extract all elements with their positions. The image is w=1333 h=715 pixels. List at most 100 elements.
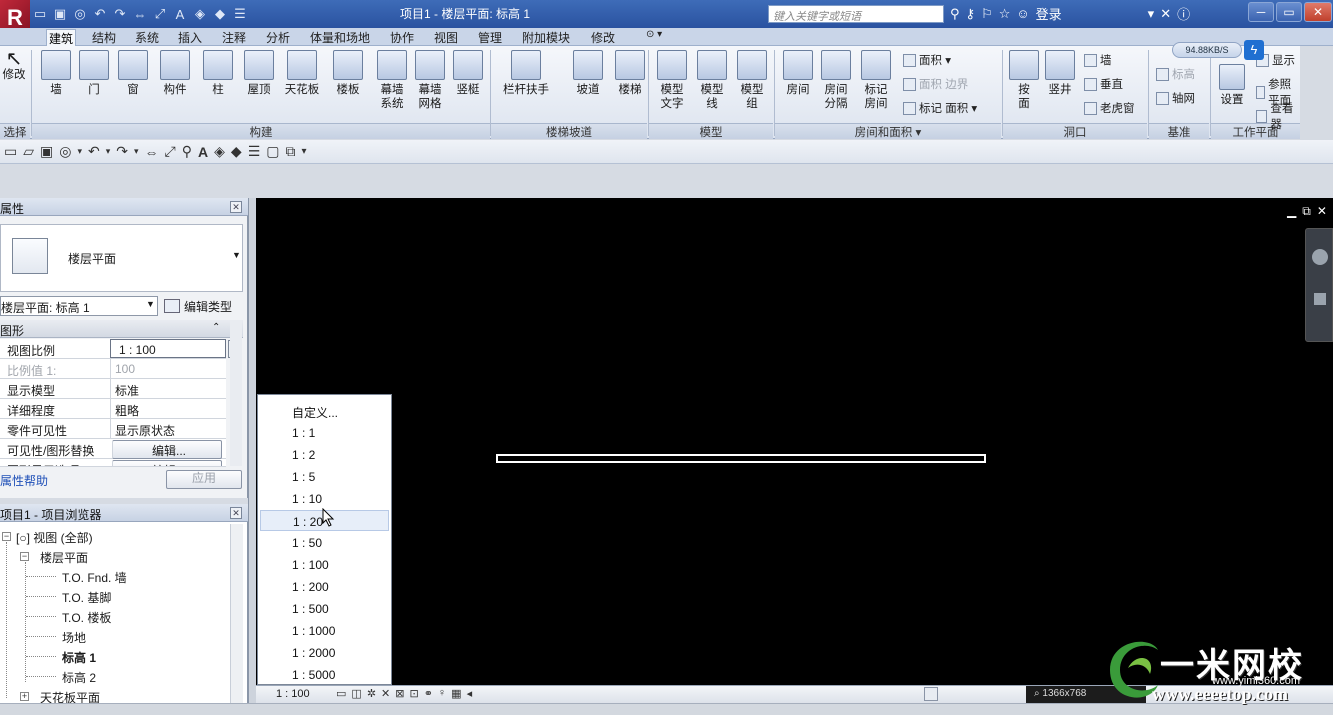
shadows-icon[interactable]: ✕ [381, 687, 390, 700]
subscription-icon[interactable]: ⚐ [981, 6, 993, 22]
datum-small-2[interactable]: 轴网 [1156, 90, 1195, 106]
chevron-down-icon[interactable]: ▾ [134, 146, 139, 157]
tab-5[interactable]: 注释 [220, 29, 248, 46]
model-text-button[interactable]: 模型 文字 [652, 48, 692, 111]
ribbon-options-toggle[interactable]: ⊙ ▾ [644, 29, 664, 46]
apply-button[interactable]: 应用 [166, 470, 242, 489]
room-panel-label[interactable]: 房间和面积 ▾ [775, 123, 1001, 139]
room-small-1[interactable]: 面积 ▾ [903, 52, 951, 68]
chevron-down-icon[interactable]: ▾ [77, 146, 82, 157]
show-crop-icon[interactable]: ⊡ [409, 687, 418, 700]
scale-option[interactable]: 1 : 1 [260, 422, 389, 443]
reveal-hidden-icon[interactable]: ♀ [438, 687, 446, 700]
redo-icon[interactable]: ↷ [112, 6, 128, 22]
thin-lines-icon[interactable]: ☰ [248, 143, 261, 160]
wall-element[interactable] [496, 454, 986, 463]
chevron-down-icon[interactable]: ▼ [146, 299, 155, 309]
tree-floor-plans[interactable]: 楼层平面 [40, 549, 88, 566]
workplane-small-3[interactable]: 查看器 [1256, 100, 1300, 132]
save-icon[interactable]: ▣ [52, 6, 68, 22]
section-icon[interactable]: ◆ [231, 143, 242, 160]
dimension-icon[interactable]: ⤢ [152, 6, 168, 22]
restore-button[interactable]: ▭ [1276, 2, 1302, 22]
tab-4[interactable]: 插入 [176, 29, 204, 46]
instance-selector[interactable]: 楼层平面: 标高 1 [0, 296, 158, 316]
open-icon[interactable]: ▱ [23, 143, 34, 160]
browser-scrollbar[interactable] [230, 524, 243, 704]
property-row[interactable]: 详细程度 粗略 [0, 399, 226, 419]
user-icon[interactable]: ☺ [1016, 6, 1029, 21]
tree-root-views[interactable]: [○] 视图 (全部) [16, 529, 93, 546]
sync-icon[interactable]: ◎ [59, 143, 71, 160]
expand-icon[interactable]: + [20, 692, 29, 701]
dimension-icon[interactable]: ⤢ [165, 143, 176, 160]
tab-12[interactable]: 修改 [589, 29, 617, 46]
collapse-icon[interactable]: − [20, 552, 29, 561]
key-icon[interactable]: ⚷ [966, 6, 976, 22]
wall-button[interactable]: 墙 [36, 48, 76, 97]
curtain-system-button[interactable]: 幕墙 系统 [372, 48, 412, 111]
tree-item-floor-plan[interactable]: T.O. 楼板 [62, 609, 111, 626]
temporary-hide-icon[interactable]: ⚭ [424, 687, 433, 700]
ceiling-button[interactable]: 天花板 [282, 48, 322, 97]
tree-item-floor-plan[interactable]: T.O. 基脚 [62, 589, 111, 606]
properties-scrollbar[interactable] [230, 320, 242, 466]
stair-button[interactable]: 楼梯 [604, 48, 656, 97]
sync-icon[interactable]: ◎ [72, 6, 88, 22]
close-icon[interactable]: ✕ [230, 507, 242, 519]
mullion-button[interactable]: 竖梃 [448, 48, 488, 97]
help-search-input[interactable]: 键入关键字或短语 [768, 5, 944, 23]
component-button[interactable]: 构件 [155, 48, 195, 97]
star-icon[interactable]: ☆ [999, 6, 1011, 22]
horizontal-scroll-thumb[interactable] [924, 687, 938, 701]
room-separator-button[interactable]: 房间 分隔 [816, 48, 856, 111]
scale-option[interactable]: 1 : 100 [260, 554, 389, 575]
tab-10[interactable]: 管理 [476, 29, 504, 46]
property-value[interactable]: 1 : 100 [110, 339, 226, 358]
property-value[interactable]: 编辑... [112, 440, 222, 459]
opening-small-2[interactable]: 垂直 [1084, 76, 1123, 92]
visual-style-icon[interactable]: ◫ [351, 687, 361, 700]
scale-option[interactable]: 1 : 5 [260, 466, 389, 487]
text-icon[interactable]: A [172, 7, 188, 22]
login-link[interactable]: 登录 [1036, 4, 1062, 23]
chevron-down-icon[interactable]: ▾ [106, 146, 111, 157]
scale-option[interactable]: 1 : 50 [260, 532, 389, 553]
close-icon[interactable]: ✕ [230, 201, 242, 213]
minimize-button[interactable]: ─ [1248, 2, 1274, 22]
column-button[interactable]: 柱 [198, 48, 238, 97]
scale-option[interactable]: 1 : 500 [260, 598, 389, 619]
scale-option[interactable]: 1 : 1000 [260, 620, 389, 641]
measure-icon[interactable]: ⇔ [132, 7, 148, 22]
tab-6[interactable]: 分析 [264, 29, 292, 46]
room-small-3[interactable]: 标记 面积 ▾ [903, 100, 977, 116]
property-row[interactable]: 图形显示选项 编辑... [0, 459, 226, 467]
shaft-button[interactable]: 竖井 [1040, 48, 1080, 97]
help-icon[interactable]: ⓘ [1177, 4, 1190, 23]
chevron-down-icon[interactable]: ▼ [232, 250, 241, 260]
tree-item-floor-plan[interactable]: 标高 2 [62, 669, 96, 686]
property-value[interactable]: 粗略 [110, 399, 226, 418]
scale-option[interactable]: 1 : 2000 [260, 642, 389, 663]
save-icon[interactable]: ▣ [40, 143, 53, 160]
property-row[interactable]: 视图比例 1 : 100 [0, 339, 226, 359]
undo-icon[interactable]: ↶ [88, 143, 100, 160]
model-group-button[interactable]: 模型 组 [732, 48, 772, 111]
customize-toolbar-icon[interactable]: ▾ [301, 146, 306, 157]
measure-icon[interactable]: ⇔ [145, 144, 159, 160]
tree-item-floor-plan[interactable]: 标高 1 [62, 649, 96, 666]
opening-small-3[interactable]: 老虎窗 [1084, 100, 1135, 116]
scale-option[interactable]: 1 : 2 [260, 444, 389, 465]
by-face-button[interactable]: 按 面 [1004, 48, 1044, 111]
thin-lines-icon[interactable]: ☰ [232, 6, 248, 22]
window-button[interactable]: 窗 [113, 48, 153, 97]
tab-8[interactable]: 协作 [388, 29, 416, 46]
floor-button[interactable]: 楼板 [328, 48, 368, 97]
edit-type-button[interactable]: 编辑类型 [164, 296, 242, 316]
text-icon[interactable]: A [198, 144, 208, 160]
property-value[interactable]: 显示原状态 [110, 419, 226, 438]
tab-1[interactable]: 建筑 [46, 29, 77, 46]
sun-path-icon[interactable]: ✲ [367, 687, 376, 700]
chevron-down-icon[interactable]: ▾ [1148, 6, 1155, 22]
redo-icon[interactable]: ↷ [116, 143, 128, 160]
